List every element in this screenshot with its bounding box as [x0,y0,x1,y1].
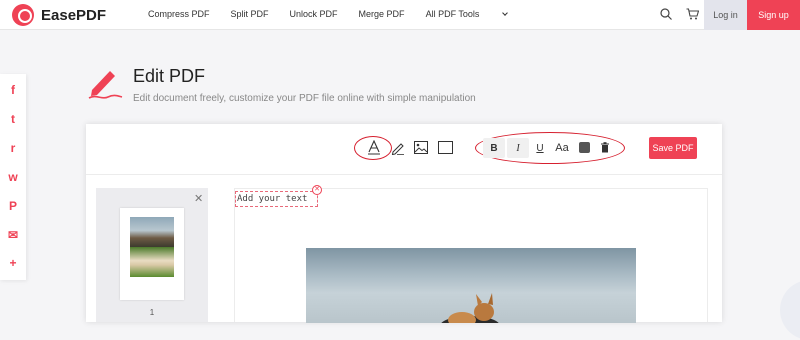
brand-name: EasePDF [41,6,107,24]
twitter-icon[interactable]: t [0,105,26,133]
search-icon[interactable] [660,8,672,20]
image-tool-icon[interactable] [414,141,428,154]
pdf-canvas[interactable]: Add your text ✕ [234,185,708,323]
close-icon[interactable]: ✕ [194,192,203,205]
toolbar-divider [86,174,722,175]
font-color-swatch[interactable] [579,142,590,153]
decorative-circle [780,280,800,340]
brand[interactable]: EasePDF [12,4,106,26]
nav-compress-pdf[interactable]: Compress PDF [148,9,210,19]
more-share-icon[interactable]: + [0,249,26,277]
trash-icon[interactable] [600,142,610,153]
edit-pencil-icon [88,71,123,99]
cart-icon[interactable] [686,8,699,20]
reddit-icon[interactable]: r [0,134,26,162]
share-sidebar: f t r w P ✉ + [0,74,26,280]
top-header: EasePDF Compress PDF Split PDF Unlock PD… [0,0,800,30]
page-number: 1 [149,308,155,317]
thumbnail-image-bottom [130,247,174,277]
rectangle-tool-icon[interactable] [438,141,453,154]
main-nav: Compress PDF Split PDF Unlock PDF Merge … [148,9,528,19]
signup-button[interactable]: Sign up [747,0,800,30]
pinterest-icon[interactable]: P [0,192,26,220]
font-size-button[interactable]: Aa [551,138,573,158]
whatsapp-icon[interactable]: w [0,163,26,191]
nav-unlock-pdf[interactable]: Unlock PDF [290,9,338,19]
text-box[interactable]: Add your text [235,191,318,207]
italic-button[interactable]: I [507,138,529,158]
dog-image [441,293,499,323]
thumbnail-image-top [130,217,174,247]
pen-tool-icon[interactable] [391,141,405,155]
thumbnail-panel: ✕ 1 [96,188,208,322]
save-pdf-button[interactable]: Save PDF [649,137,697,159]
chevron-down-icon [502,10,509,16]
email-icon[interactable]: ✉ [0,221,26,249]
page-thumbnail[interactable] [120,208,184,300]
login-button[interactable]: Log in [704,0,747,30]
nav-all-pdf-tools-label: All PDF Tools [425,9,480,19]
facebook-icon[interactable]: f [0,76,26,104]
nav-split-pdf[interactable]: Split PDF [231,9,269,19]
page-title: Edit PDF [133,66,206,86]
nav-all-pdf-tools[interactable]: All PDF Tools [425,9,509,19]
text-tool-icon[interactable] [367,140,381,155]
delete-textbox-icon[interactable]: ✕ [312,185,322,195]
pdf-editor: B I U Aa Save PDF ✕ 1 Add your text ✕ [86,124,722,323]
easepdf-logo-icon [12,4,34,26]
bold-button[interactable]: B [483,138,505,158]
pdf-page-image[interactable] [306,248,636,323]
nav-merge-pdf[interactable]: Merge PDF [359,9,405,19]
underline-button[interactable]: U [529,138,551,158]
page-subtitle: Edit document freely, customize your PDF… [133,93,476,104]
